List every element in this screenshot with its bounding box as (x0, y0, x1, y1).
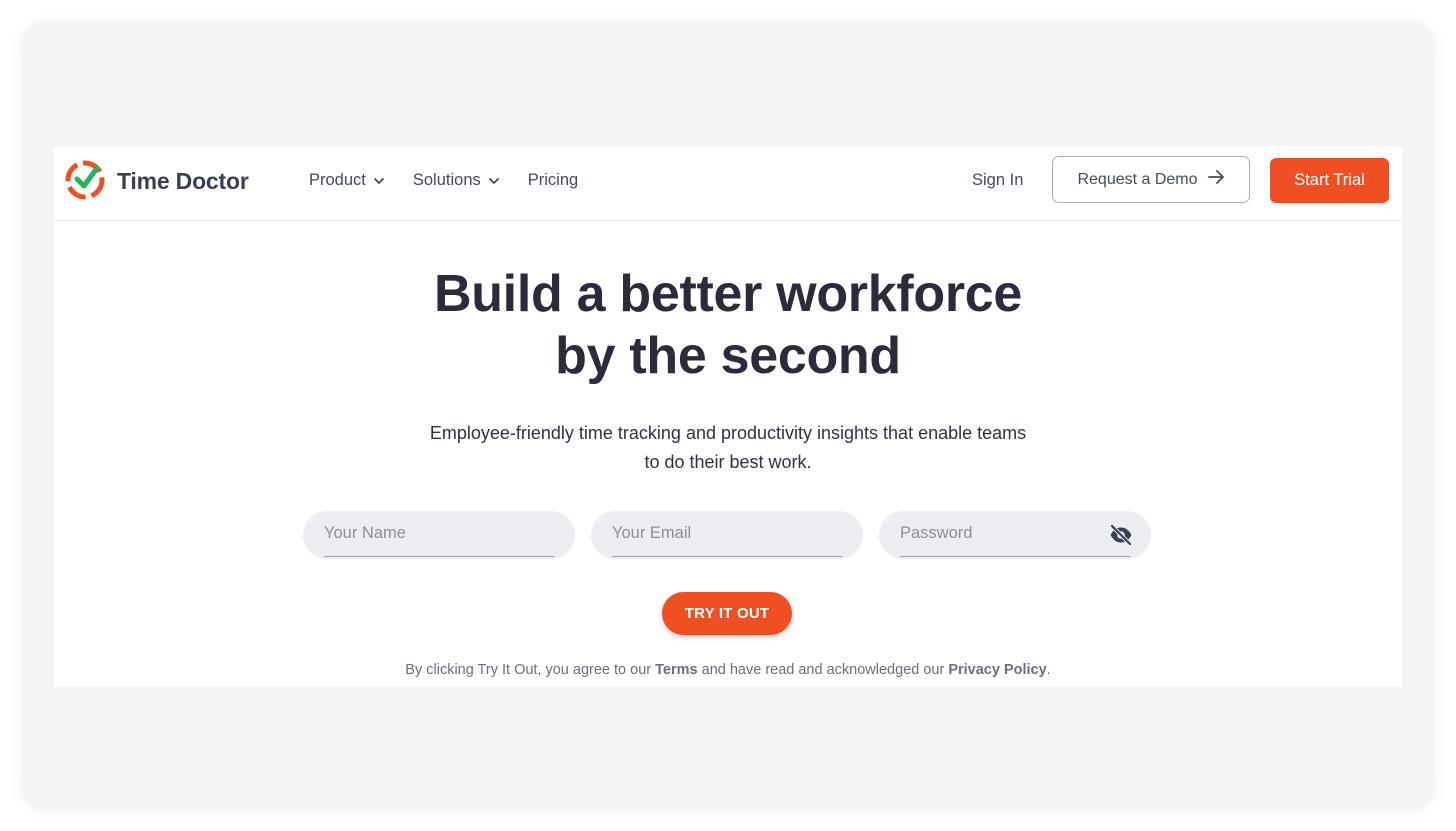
terms-link[interactable]: Terms (655, 662, 697, 678)
email-input[interactable] (612, 511, 842, 557)
main-menu: Product Solutions Pricing (309, 171, 606, 190)
hero-title: Build a better workforce by the second (54, 263, 1402, 387)
landing-page: Time Doctor Product Solutions Pricing Si… (54, 147, 1402, 687)
nav-item-label: Pricing (527, 171, 579, 189)
nav-item-label: Solutions (412, 171, 481, 189)
top-navigation: Time Doctor Product Solutions Pricing Si… (54, 147, 1402, 221)
legal-middle: and have read and acknowledged our (701, 662, 945, 678)
password-input[interactable] (900, 511, 1130, 557)
nav-item-label: Product (309, 171, 366, 189)
legal-prefix: By clicking Try It Out, you agree to our (405, 662, 652, 678)
hero-title-line-1: Build a better workforce (433, 265, 1023, 323)
arrow-right-icon (1207, 170, 1225, 189)
request-demo-label: Request a Demo (1077, 170, 1198, 188)
start-trial-button[interactable]: Start Trial (1270, 158, 1389, 203)
nav-item-product[interactable]: Product (309, 171, 385, 190)
password-field (879, 511, 1151, 559)
privacy-policy-link[interactable]: Privacy Policy (948, 662, 1046, 678)
sign-in-link[interactable]: Sign In (972, 171, 1023, 190)
request-demo-button[interactable]: Request a Demo (1052, 156, 1250, 203)
brand-logo[interactable]: Time Doctor (64, 159, 249, 203)
hero-subtitle: Employee-friendly time tracking and prod… (429, 423, 1027, 472)
eye-off-icon[interactable] (1109, 524, 1133, 551)
nav-item-pricing[interactable]: Pricing (528, 171, 578, 190)
name-input[interactable] (324, 511, 554, 557)
legal-suffix: . (1046, 662, 1051, 678)
time-doctor-logo-icon (64, 157, 108, 206)
brand-name: Time Doctor (117, 167, 249, 194)
try-it-out-button[interactable]: TRY IT OUT (662, 592, 792, 635)
hero-title-line-2: by the second (555, 327, 901, 385)
legal-notice: By clicking Try It Out, you agree to our… (54, 662, 1402, 678)
chevron-down-icon (373, 171, 385, 190)
name-field (303, 511, 575, 559)
nav-item-solutions[interactable]: Solutions (413, 171, 500, 190)
chevron-down-icon (488, 171, 500, 190)
email-field (591, 511, 863, 559)
